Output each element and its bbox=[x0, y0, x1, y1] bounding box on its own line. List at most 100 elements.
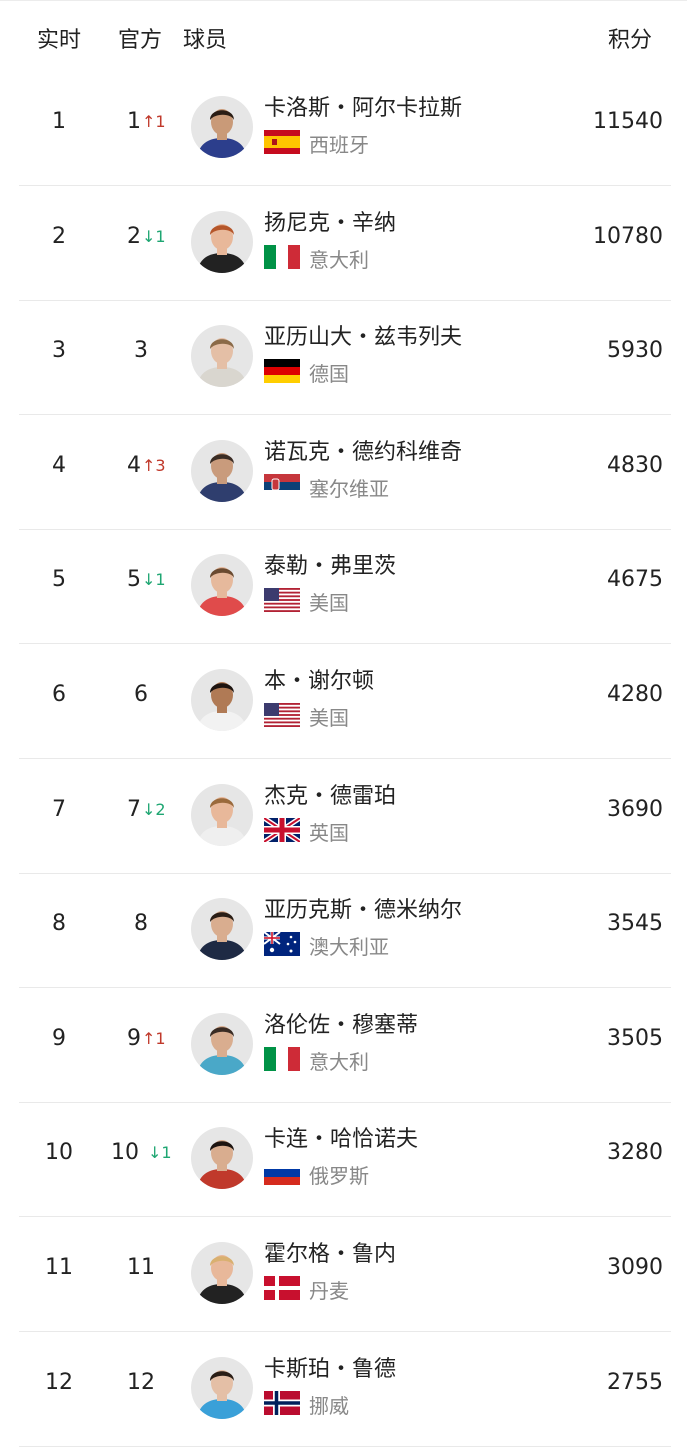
player-row[interactable]: 12 12 卡斯珀・鲁德 挪威 2755 bbox=[0, 1333, 687, 1447]
player-avatar[interactable] bbox=[191, 1242, 253, 1304]
spain-flag-icon bbox=[264, 130, 300, 154]
player-name[interactable]: 亚历山大・兹韦列夫 bbox=[264, 319, 462, 351]
rank-change-down: ↓1 bbox=[142, 570, 166, 590]
player-row[interactable]: 11 11 霍尔格・鲁内 丹麦 3090 bbox=[0, 1218, 687, 1332]
usa-flag-icon bbox=[264, 588, 300, 613]
player-row[interactable]: 4 4 ↑3 诺瓦克・德约科维奇 塞尔维亚 4830 bbox=[0, 416, 687, 530]
germany-flag-icon bbox=[264, 359, 300, 384]
player-row[interactable]: 5 5 ↓1 泰勒・弗里茨 美国 4675 bbox=[0, 530, 687, 645]
uk-flag-icon bbox=[264, 817, 300, 842]
player-row[interactable]: 8 8 亚历克斯・德米纳尔 澳大利亚 3545 bbox=[0, 874, 687, 989]
official-rank: 7 bbox=[127, 796, 141, 822]
player-avatar[interactable] bbox=[191, 1356, 253, 1419]
player-points: 3690 bbox=[607, 796, 663, 822]
player-name[interactable]: 杰克・德雷珀 bbox=[264, 778, 396, 810]
player-points: 3545 bbox=[607, 911, 663, 937]
player-name[interactable]: 洛伦佐・穆塞蒂 bbox=[264, 1007, 418, 1039]
player-name[interactable]: 卡斯珀・鲁德 bbox=[264, 1351, 396, 1383]
row-divider bbox=[19, 1445, 671, 1447]
denmark-flag-icon bbox=[264, 1276, 300, 1300]
live-rank: 1 bbox=[52, 109, 66, 134]
official-rank: 8 bbox=[134, 911, 148, 937]
player-points: 4280 bbox=[607, 682, 663, 707]
player-avatar[interactable] bbox=[191, 210, 253, 273]
player-name[interactable]: 亚历克斯・德米纳尔 bbox=[264, 892, 462, 924]
player-points: 10780 bbox=[593, 223, 663, 249]
player-country: 挪威 bbox=[309, 1393, 349, 1418]
player-row[interactable]: 7 7 ↓2 杰克・德雷珀 英国 3690 bbox=[0, 760, 687, 874]
player-avatar[interactable] bbox=[191, 669, 253, 731]
ranking-header: 实时 官方 球员 积分 bbox=[0, 0, 687, 73]
official-rank: 5 bbox=[127, 567, 141, 593]
live-rank: 2 bbox=[52, 223, 66, 249]
player-name[interactable]: 霍尔格・鲁内 bbox=[264, 1236, 396, 1268]
official-rank: 11 bbox=[127, 1255, 155, 1280]
australia-flag-icon bbox=[264, 932, 300, 957]
live-rank: 4 bbox=[52, 452, 66, 478]
rank-change-down: ↓1 bbox=[148, 1143, 172, 1163]
player-country: 美国 bbox=[309, 706, 349, 730]
player-points: 4675 bbox=[607, 567, 663, 593]
rank-change-up: ↑3 bbox=[142, 455, 166, 475]
player-name[interactable]: 诺瓦克・德约科维奇 bbox=[264, 434, 462, 466]
live-rank-header[interactable]: 实时 bbox=[37, 22, 81, 54]
player-country: 德国 bbox=[309, 362, 349, 387]
points-header[interactable]: 积分 bbox=[608, 22, 652, 54]
live-rank: 11 bbox=[45, 1255, 73, 1280]
official-rank-header[interactable]: 官方 bbox=[118, 22, 162, 54]
player-avatar[interactable] bbox=[191, 783, 253, 846]
player-name[interactable]: 卡洛斯・阿尔卡拉斯 bbox=[264, 90, 462, 122]
player-country: 西班牙 bbox=[309, 133, 369, 157]
player-row[interactable]: 1 1 ↑1 卡洛斯・阿尔卡拉斯 西班牙 11540 bbox=[0, 72, 687, 186]
live-rank: 8 bbox=[52, 911, 66, 937]
player-row[interactable]: 10 10 ↓1 卡连・哈恰诺夫 俄罗斯 3280 bbox=[0, 1103, 687, 1218]
official-rank: 10 bbox=[111, 1140, 139, 1166]
player-row[interactable]: 2 2 ↓1 扬尼克・辛纳 意大利 10780 bbox=[0, 187, 687, 301]
usa-flag-icon bbox=[264, 703, 300, 727]
player-country: 英国 bbox=[309, 820, 349, 845]
player-country: 丹麦 bbox=[309, 1279, 349, 1303]
player-avatar[interactable] bbox=[191, 325, 253, 388]
player-points: 3090 bbox=[607, 1255, 663, 1280]
player-row[interactable]: 3 3 亚历山大・兹韦列夫 德国 5930 bbox=[0, 301, 687, 416]
player-avatar[interactable] bbox=[191, 554, 253, 617]
rank-change-down: ↓1 bbox=[142, 226, 166, 246]
player-name[interactable]: 本・谢尔顿 bbox=[264, 663, 374, 695]
player-country: 塞尔维亚 bbox=[309, 476, 389, 501]
player-name[interactable]: 扬尼克・辛纳 bbox=[264, 205, 396, 237]
official-rank: 9 bbox=[127, 1025, 141, 1051]
player-points: 11540 bbox=[593, 109, 663, 134]
player-name[interactable]: 泰勒・弗里茨 bbox=[264, 548, 396, 580]
norway-flag-icon bbox=[264, 1390, 300, 1415]
official-rank: 3 bbox=[134, 338, 148, 364]
russia-flag-icon bbox=[264, 1161, 300, 1186]
player-avatar[interactable] bbox=[191, 439, 253, 502]
live-rank: 7 bbox=[52, 796, 66, 822]
player-avatar[interactable] bbox=[191, 898, 253, 961]
live-rank: 3 bbox=[52, 338, 66, 364]
rank-change-up: ↑1 bbox=[142, 1028, 166, 1048]
rank-change-down: ↓2 bbox=[142, 799, 166, 819]
official-rank: 6 bbox=[134, 682, 148, 707]
player-name[interactable]: 卡连・哈恰诺夫 bbox=[264, 1121, 418, 1153]
player-points: 5930 bbox=[607, 338, 663, 364]
player-row[interactable]: 9 9 ↑1 洛伦佐・穆塞蒂 意大利 3505 bbox=[0, 989, 687, 1103]
player-avatar[interactable] bbox=[191, 1127, 253, 1190]
official-rank: 1 bbox=[127, 109, 141, 134]
player-points: 4830 bbox=[607, 452, 663, 478]
player-country: 意大利 bbox=[309, 1049, 369, 1074]
official-rank: 4 bbox=[127, 452, 141, 478]
live-rank: 10 bbox=[45, 1140, 73, 1166]
player-avatar[interactable] bbox=[191, 96, 253, 158]
player-country: 意大利 bbox=[309, 247, 369, 272]
player-country: 美国 bbox=[309, 591, 349, 616]
player-header: 球员 bbox=[183, 28, 228, 53]
player-avatar[interactable] bbox=[191, 1012, 253, 1075]
official-rank: 12 bbox=[127, 1369, 155, 1395]
player-points: 2755 bbox=[607, 1369, 663, 1395]
serbia-flag-icon bbox=[264, 473, 300, 498]
live-rank: 9 bbox=[52, 1025, 66, 1051]
italy-flag-icon bbox=[264, 1046, 300, 1071]
live-rank: 12 bbox=[45, 1369, 73, 1395]
player-row[interactable]: 6 6 本・谢尔顿 美国 4280 bbox=[0, 645, 687, 759]
